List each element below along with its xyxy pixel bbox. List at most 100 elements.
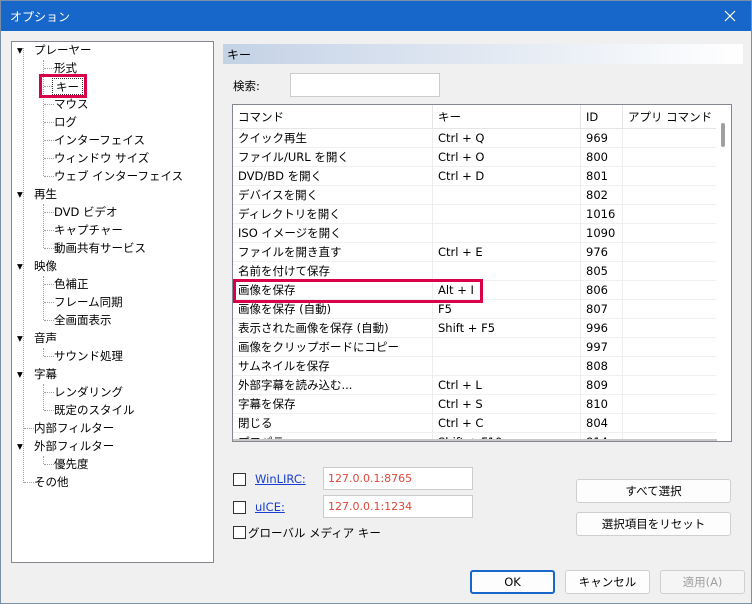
- tree-item-subtitles[interactable]: 字幕: [34, 366, 57, 383]
- tree-item-player[interactable]: プレーヤー: [34, 42, 92, 59]
- column-header-key[interactable]: キー: [433, 105, 581, 129]
- cell-key: [433, 357, 581, 376]
- cell-key: [433, 205, 581, 224]
- table-row[interactable]: 外部字幕を読み込む... Ctrl + L 809: [233, 376, 717, 395]
- cell-app-command: [623, 224, 717, 243]
- title-bar: オプション: [1, 1, 751, 31]
- tree-item-priority[interactable]: 優先度: [54, 456, 89, 473]
- cell-id: 801: [581, 167, 623, 186]
- tree-item-external-filters[interactable]: 外部フィルター: [34, 438, 114, 455]
- cell-app-command: [623, 395, 717, 414]
- cancel-button[interactable]: キャンセル: [565, 570, 650, 594]
- grid-scrollbar-thumb[interactable]: [721, 123, 725, 147]
- tree-item-window-size[interactable]: ウィンドウ サイズ: [54, 150, 149, 167]
- tree-toggle-icon[interactable]: ▾: [17, 42, 23, 59]
- table-row[interactable]: ディレクトリを開く 1016: [233, 205, 717, 224]
- tree-item-fullscreen[interactable]: 全画面表示: [54, 312, 112, 329]
- cell-id: 969: [581, 129, 623, 148]
- search-input[interactable]: [290, 73, 440, 97]
- table-row[interactable]: デバイスを開く 802: [233, 186, 717, 205]
- select-all-button[interactable]: すべて選択: [576, 479, 731, 503]
- table-row[interactable]: サムネイルを保存 808: [233, 357, 717, 376]
- tree-highlight-box: [39, 74, 87, 98]
- cell-command: ファイルを開き直す: [233, 243, 433, 262]
- window-title: オプション: [10, 10, 71, 24]
- table-row[interactable]: 字幕を保存 Ctrl + S 810: [233, 395, 717, 414]
- tree-toggle-icon[interactable]: ▾: [17, 258, 23, 275]
- tree-toggle-icon[interactable]: ▾: [17, 438, 23, 455]
- cell-id: 809: [581, 376, 623, 395]
- table-row[interactable]: 閉じる Ctrl + C 804: [233, 414, 717, 433]
- tree-item-log[interactable]: ログ: [54, 114, 77, 131]
- cell-id: 806: [581, 281, 623, 300]
- search-label: 検索:: [233, 79, 260, 93]
- tree-item-mouse[interactable]: マウス: [54, 96, 89, 113]
- cell-app-command: [623, 300, 717, 319]
- keys-grid[interactable]: コマンド キー ID アプリ コマンド クイック再生 Ctrl + Q 969 ファイ…: [232, 104, 732, 442]
- options-dialog: オプション ▾ プレーヤー 形式 キー マウス ログ インターフェイス ウィンド…: [0, 0, 752, 604]
- global-media-keys-checkbox[interactable]: [233, 526, 246, 539]
- table-row[interactable]: ISO イメージを開く 1090: [233, 224, 717, 243]
- grid-scrollbar[interactable]: [716, 105, 731, 441]
- table-row[interactable]: ファイルを開き直す Ctrl + E 976: [233, 243, 717, 262]
- uice-address-field[interactable]: 127.0.0.1:1234: [323, 495, 473, 518]
- tree-item-default-style[interactable]: 既定のスタイル: [54, 402, 135, 419]
- cell-key: [433, 224, 581, 243]
- tree-item-sound-processing[interactable]: サウンド処理: [54, 348, 123, 365]
- column-header-app-command[interactable]: アプリ コマンド: [623, 105, 717, 129]
- column-header-command[interactable]: コマンド: [233, 105, 433, 129]
- close-icon: [724, 10, 736, 22]
- tree-item-internal-filters[interactable]: 内部フィルター: [34, 420, 114, 437]
- options-tree[interactable]: ▾ プレーヤー 形式 キー マウス ログ インターフェイス ウィンドウ サイズ …: [11, 41, 214, 563]
- tree-item-rendering[interactable]: レンダリング: [54, 384, 123, 401]
- uice-checkbox[interactable]: [233, 501, 246, 514]
- uice-link[interactable]: uICE:: [255, 500, 285, 514]
- cell-id: 800: [581, 148, 623, 167]
- cell-id: 996: [581, 319, 623, 338]
- tree-item-playback[interactable]: 再生: [34, 186, 57, 203]
- ok-button[interactable]: OK: [470, 570, 555, 594]
- global-media-keys-label[interactable]: グローバル メディア キー: [248, 525, 381, 541]
- column-header-id[interactable]: ID: [581, 105, 623, 129]
- cell-key: [433, 186, 581, 205]
- cell-key: Ctrl + C: [433, 414, 581, 433]
- winlirc-address-field[interactable]: 127.0.0.1:8765: [323, 467, 473, 490]
- cell-id: 810: [581, 395, 623, 414]
- table-row[interactable]: 画像をクリップボードにコピー 997: [233, 338, 717, 357]
- cell-id: 802: [581, 186, 623, 205]
- tree-item-misc[interactable]: その他: [34, 474, 69, 491]
- cell-key: Ctrl + O: [433, 148, 581, 167]
- cell-id: 804: [581, 414, 623, 433]
- cell-key: Ctrl + S: [433, 395, 581, 414]
- tree-item-color-correction[interactable]: 色補正: [54, 276, 89, 293]
- tree-item-interface[interactable]: インターフェイス: [54, 132, 145, 149]
- grid-header: コマンド キー ID アプリ コマンド: [233, 105, 717, 129]
- reset-selected-button[interactable]: 選択項目をリセット: [576, 512, 731, 536]
- table-row[interactable]: DVD/BD を開く Ctrl + D 801: [233, 167, 717, 186]
- tree-item-audio[interactable]: 音声: [34, 330, 57, 347]
- cell-key: Ctrl + E: [433, 243, 581, 262]
- cell-app-command: [623, 186, 717, 205]
- table-row[interactable]: クイック再生 Ctrl + Q 969: [233, 129, 717, 148]
- tree-toggle-icon[interactable]: ▾: [17, 366, 23, 383]
- cell-app-command: [623, 319, 717, 338]
- tree-item-video-sharing[interactable]: 動画共有サービス: [54, 240, 146, 257]
- grid-horizontal-scrollbar[interactable]: [233, 439, 717, 441]
- close-button[interactable]: [715, 2, 745, 30]
- tree-item-dvd-video[interactable]: DVD ビデオ: [54, 204, 118, 221]
- cell-command: 画像をクリップボードにコピー: [233, 338, 433, 357]
- row-highlight-box: [233, 279, 483, 303]
- cell-key: Ctrl + Q: [433, 129, 581, 148]
- table-row[interactable]: ファイル/URL を開く Ctrl + O 800: [233, 148, 717, 167]
- tree-toggle-icon[interactable]: ▾: [17, 330, 23, 347]
- winlirc-checkbox[interactable]: [233, 473, 246, 486]
- table-row[interactable]: 表示された画像を保存 (自動) Shift + F5 996: [233, 319, 717, 338]
- tree-item-frame-sync[interactable]: フレーム同期: [54, 294, 123, 311]
- tree-item-video[interactable]: 映像: [34, 258, 57, 275]
- winlirc-link[interactable]: WinLIRC:: [255, 472, 306, 486]
- tree-item-web-interface[interactable]: ウェブ インターフェイス: [54, 168, 183, 185]
- apply-button[interactable]: 適用(A): [660, 570, 745, 594]
- tree-item-capture[interactable]: キャプチャー: [54, 222, 123, 239]
- tree-toggle-icon[interactable]: ▾: [17, 186, 23, 203]
- cell-command: サムネイルを保存: [233, 357, 433, 376]
